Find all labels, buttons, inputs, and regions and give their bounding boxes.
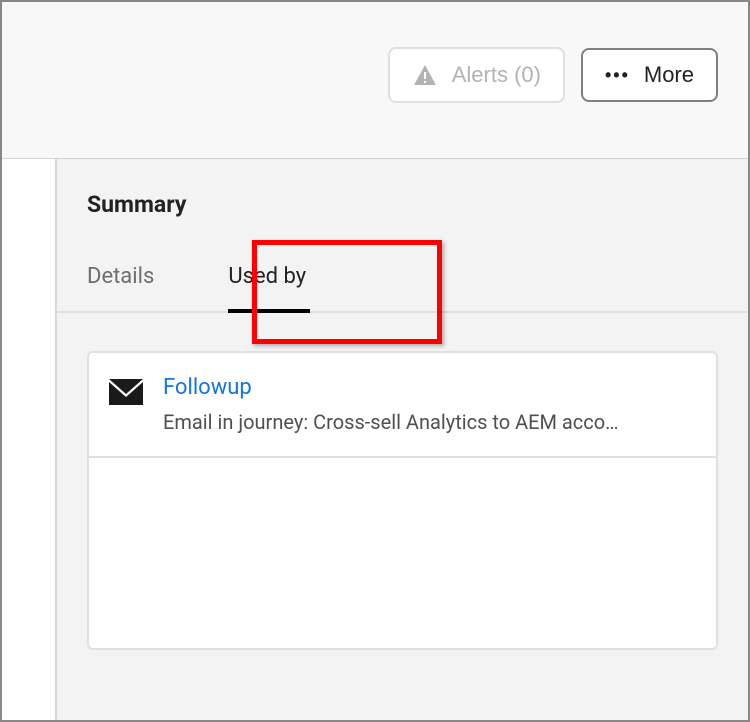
alerts-button[interactable]: Alerts (0) — [388, 47, 565, 103]
tab-content: Followup Email in journey: Cross-sell An… — [87, 351, 718, 720]
top-toolbar: Alerts (0) ••• More — [2, 2, 748, 159]
list-item-title[interactable]: Followup — [163, 375, 696, 400]
summary-panel: Summary Details Used by — [57, 159, 748, 720]
panel-title: Summary — [87, 191, 718, 218]
list-item-subtitle: Email in journey: Cross-sell Analytics t… — [163, 410, 696, 434]
list-empty-space — [89, 458, 716, 648]
more-button[interactable]: ••• More — [581, 48, 718, 102]
more-button-label: More — [644, 64, 694, 86]
used-by-list: Followup Email in journey: Cross-sell An… — [87, 351, 718, 650]
tab-used-by[interactable]: Used by — [228, 254, 330, 311]
left-gutter — [2, 159, 57, 720]
tab-used-by-label: Used by — [228, 264, 306, 289]
tab-details[interactable]: Details — [87, 254, 178, 311]
email-icon — [109, 379, 143, 405]
list-item[interactable]: Followup Email in journey: Cross-sell An… — [89, 353, 716, 458]
more-dots-icon: ••• — [605, 66, 630, 84]
tabs-row: Details Used by — [57, 254, 748, 313]
list-item-text: Followup Email in journey: Cross-sell An… — [163, 375, 696, 434]
tab-details-label: Details — [87, 264, 154, 289]
alerts-button-label: Alerts (0) — [452, 64, 541, 86]
alert-icon — [412, 63, 438, 87]
